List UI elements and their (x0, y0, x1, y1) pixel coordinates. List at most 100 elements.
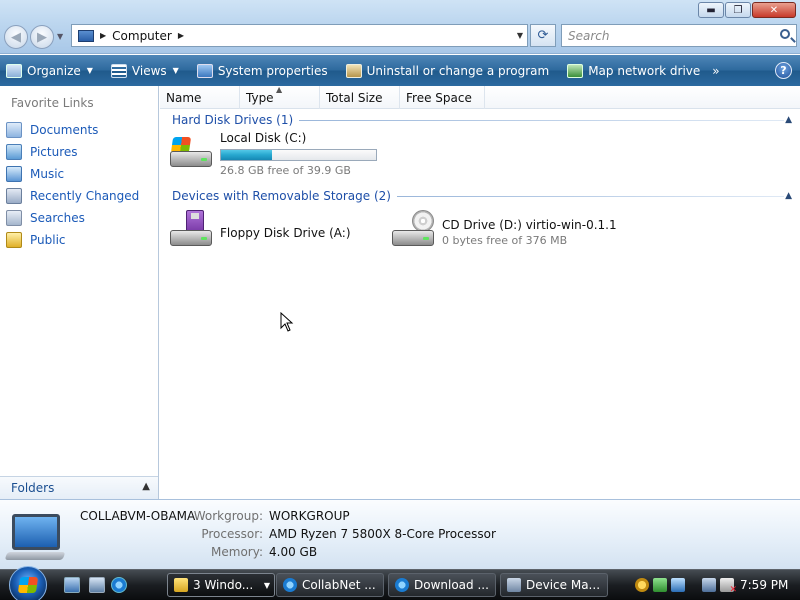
memory-value: 4.00 GB (269, 545, 318, 559)
task-label: Device Ma... (526, 578, 601, 592)
folders-label: Folders (11, 481, 55, 495)
column-header-total-size[interactable]: Total Size (320, 86, 400, 109)
public-folder-icon (6, 232, 22, 248)
internet-explorer-icon[interactable] (111, 577, 127, 593)
taskbar-button-collabnet[interactable]: CollabNet ... (276, 573, 384, 597)
column-header-type[interactable]: ▲ Type (240, 85, 320, 109)
sidebar-item-recently-changed[interactable]: Recently Changed (6, 185, 139, 207)
recent-pages-dropdown[interactable]: ▼ (57, 32, 63, 41)
group-label: Devices with Removable Storage (2) (172, 189, 391, 203)
address-dropdown-icon[interactable]: ▼ (517, 31, 523, 40)
more-commands-button[interactable]: » (712, 64, 719, 78)
checkmark-shield-icon[interactable] (653, 578, 667, 592)
sidebar-item-searches[interactable]: Searches (6, 207, 139, 229)
task-label: Download ... (414, 578, 489, 592)
computer-name: COLLABVM-OBAMA (80, 509, 196, 523)
forward-arrow-icon: ▶ (37, 29, 47, 45)
capacity-bar-fill (221, 150, 272, 160)
window-controls: ▬ ❐ ✕ (698, 2, 796, 18)
sidebar-item-pictures[interactable]: Pictures (6, 141, 139, 163)
organize-button[interactable]: Organize ▼ (6, 63, 93, 78)
folder-icon (174, 578, 188, 592)
minimize-button[interactable]: ▬ (698, 2, 724, 18)
floppy-drive-icon (168, 210, 216, 250)
help-button[interactable]: ? (775, 62, 792, 79)
internet-explorer-icon (395, 578, 409, 592)
search-placeholder: Search (568, 28, 610, 43)
clock[interactable]: 7:59 PM (740, 578, 788, 592)
windows-logo-icon (17, 577, 39, 593)
chevron-down-icon: ▼ (172, 66, 179, 75)
system-properties-label: System properties (217, 63, 328, 78)
sidebar-item-public[interactable]: Public (6, 229, 139, 251)
maximize-button[interactable]: ❐ (725, 2, 751, 18)
views-button[interactable]: Views ▼ (110, 63, 179, 78)
drive-free-space: 0 bytes free of 376 MB (442, 234, 568, 247)
documents-icon (6, 122, 22, 138)
drive-name: Floppy Disk Drive (A:) (220, 226, 351, 240)
processor-row: Processor: AMD Ryzen 7 5800X 8-Core Proc… (183, 527, 496, 541)
show-desktop-icon[interactable] (64, 577, 80, 593)
sidebar-item-music[interactable]: Music (6, 163, 139, 185)
details-pane: COLLABVM-OBAMA Workgroup: WORKGROUP Proc… (0, 499, 800, 569)
file-list-pane: Name ▲ Type Total Size Free Space Hard D… (160, 85, 800, 499)
device-manager-icon (507, 578, 521, 592)
memory-row: Memory: 4.00 GB (183, 545, 317, 559)
collapse-group-icon[interactable]: ▲ (785, 115, 792, 125)
uninstall-program-button[interactable]: Uninstall or change a program (345, 63, 550, 78)
group-label: Hard Disk Drives (1) (172, 113, 294, 127)
map-network-drive-button[interactable]: Map network drive (567, 63, 700, 78)
search-input[interactable]: Search (561, 24, 797, 47)
network-drive-icon (567, 63, 584, 78)
volume-muted-icon[interactable] (720, 578, 737, 595)
hard-drive-icon (168, 131, 216, 171)
taskbar-button-windows-group[interactable]: 3 Windo... ▼ (167, 573, 275, 597)
search-icon[interactable] (780, 29, 790, 39)
windows-update-icon[interactable] (671, 578, 685, 592)
pictures-icon (6, 144, 22, 160)
drive-name: CD Drive (D:) virtio-win-0.1.1 (442, 218, 617, 232)
column-header-free-space[interactable]: Free Space (400, 86, 485, 109)
network-icon[interactable] (702, 578, 716, 592)
column-header-name[interactable]: Name (160, 86, 240, 109)
memory-label: Memory: (211, 545, 263, 559)
group-header-hard-disk-drives[interactable]: Hard Disk Drives (1) (172, 111, 792, 129)
sidebar-item-label: Recently Changed (30, 189, 140, 203)
taskbar: 3 Windo... ▼ CollabNet ... Download ... … (0, 566, 800, 600)
breadcrumb-computer[interactable]: Computer (112, 29, 172, 43)
views-label: Views (131, 63, 167, 78)
drive-name: Local Disk (C:) (220, 131, 307, 145)
start-button[interactable] (9, 566, 47, 600)
system-tray: 7:59 PM (630, 570, 800, 600)
security-alert-icon[interactable] (635, 578, 649, 592)
favorite-links-heading: Favorite Links (11, 96, 94, 110)
sidebar-item-documents[interactable]: Documents (6, 119, 139, 141)
drive-cd-d[interactable]: CD Drive (D:) virtio-win-0.1.1 0 bytes f… (390, 210, 617, 250)
forward-button[interactable]: ▶ (30, 25, 54, 49)
back-button[interactable]: ◀ (4, 25, 28, 49)
system-properties-icon (196, 63, 213, 78)
taskbar-button-device-manager[interactable]: Device Ma... (500, 573, 608, 597)
command-bar: Organize ▼ Views ▼ System properties Uni… (0, 55, 800, 86)
computer-icon (78, 29, 94, 42)
mouse-cursor-icon (280, 311, 294, 335)
breadcrumb-arrow-icon[interactable]: ▶ (178, 31, 184, 40)
chevron-up-icon: ▲ (142, 481, 150, 492)
taskbar-button-download[interactable]: Download ... (388, 573, 496, 597)
address-bar[interactable]: ▶ Computer ▶ ▼ (71, 24, 528, 47)
drive-floppy-a[interactable]: Floppy Disk Drive (A:) (168, 210, 351, 250)
close-button[interactable]: ✕ (752, 2, 796, 18)
uninstall-label: Uninstall or change a program (366, 63, 550, 78)
refresh-button[interactable]: ⟳ (530, 24, 556, 47)
organize-label: Organize (27, 63, 81, 78)
collapse-group-icon[interactable]: ▲ (785, 191, 792, 201)
switch-windows-icon[interactable] (89, 577, 105, 593)
folders-toggle[interactable]: Folders ▲ (0, 476, 158, 499)
system-properties-button[interactable]: System properties (196, 63, 328, 78)
drive-local-disk-c[interactable]: Local Disk (C:) 26.8 GB free of 39.9 GB (168, 131, 377, 179)
column-header-type-label: Type (246, 90, 274, 105)
group-header-removable-storage[interactable]: Devices with Removable Storage (2) (172, 187, 792, 205)
breadcrumb-arrow-icon[interactable]: ▶ (100, 31, 106, 40)
workgroup-value: WORKGROUP (269, 509, 350, 523)
sidebar-item-label: Searches (30, 211, 85, 225)
